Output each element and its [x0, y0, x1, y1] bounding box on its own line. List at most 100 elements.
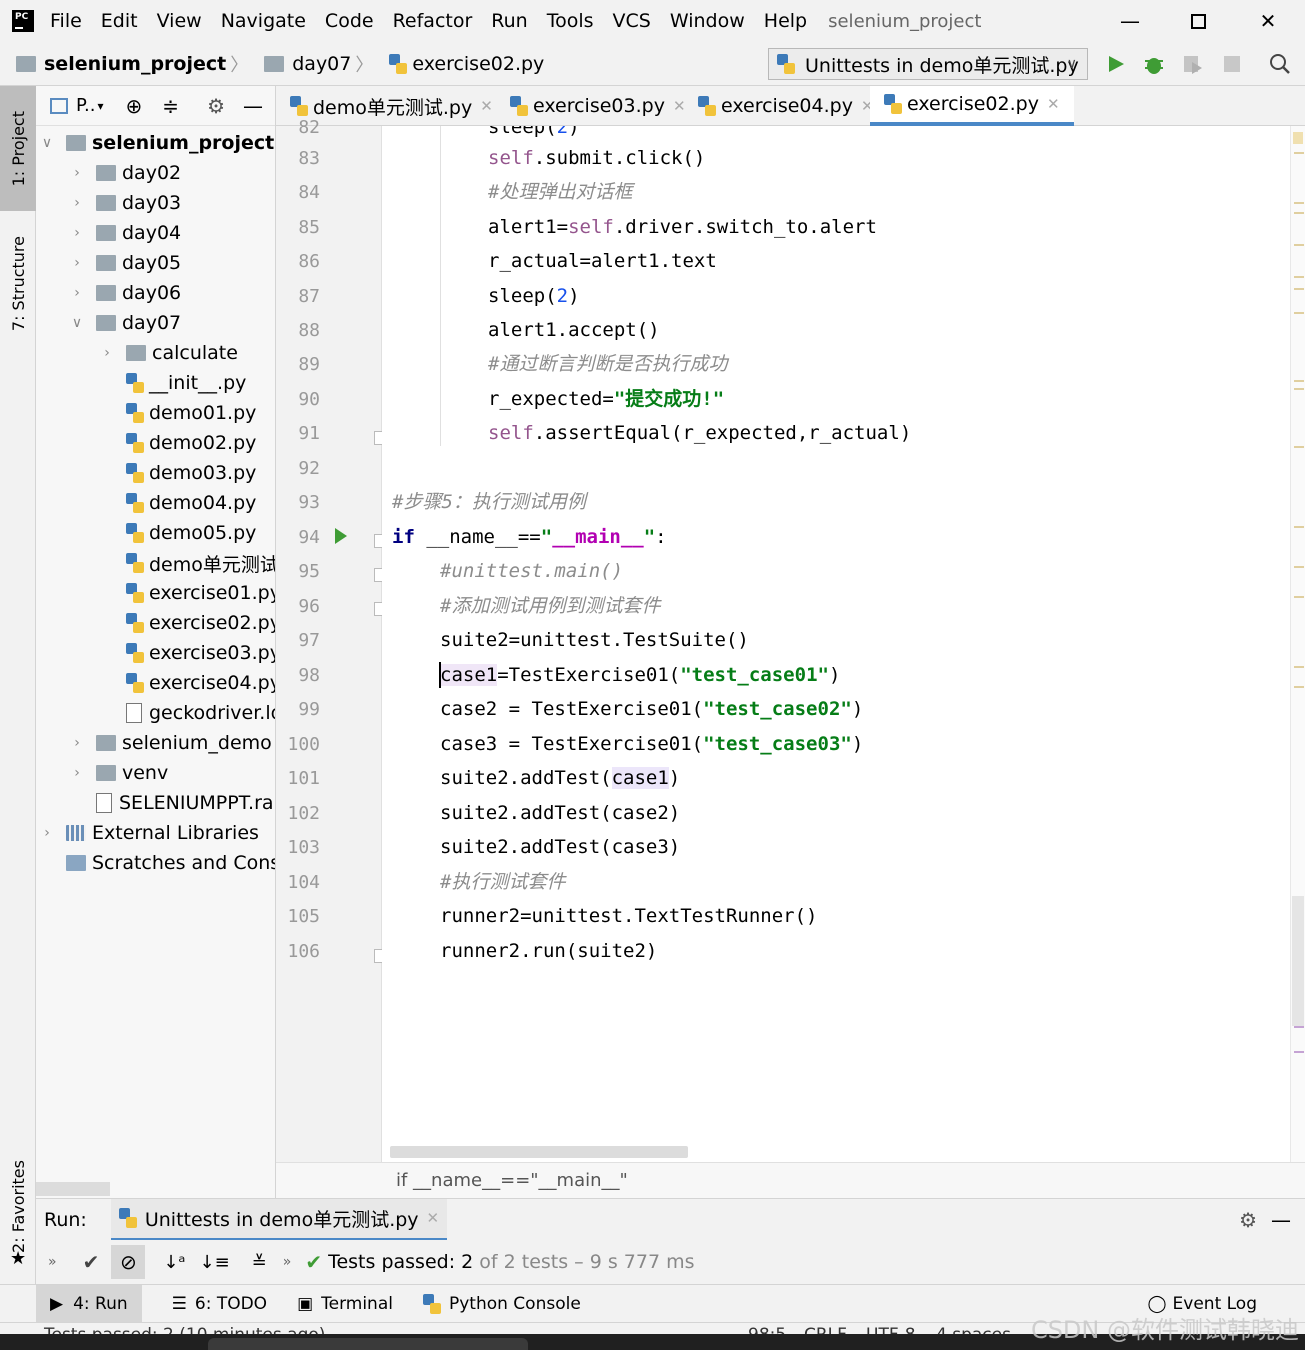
chevron-right-icon[interactable]: › — [70, 765, 84, 781]
maximize-icon[interactable] — [1163, 0, 1233, 42]
sort-by-duration-icon[interactable]: ↓≡ — [199, 1252, 229, 1273]
line-number[interactable]: 94 — [276, 527, 320, 548]
tree-item[interactable]: SELENIUMPPT.rar — [70, 788, 275, 818]
tree-item[interactable]: › day05 — [70, 248, 181, 278]
chevron-down-icon[interactable]: ∨ — [70, 315, 84, 331]
show-ignored-icon[interactable]: ⊘ — [111, 1245, 146, 1279]
chevron-down-icon[interactable]: ∨ — [40, 135, 54, 151]
tree-item[interactable]: geckodriver.lo — [100, 698, 275, 728]
chevron-right-icon[interactable]: › — [70, 285, 84, 301]
tab-python-console[interactable]: Python Console — [422, 1293, 581, 1314]
gear-icon[interactable]: ⚙ — [207, 94, 225, 118]
tab-demo-unittest[interactable]: demo单元测试.py ✕ — [290, 86, 493, 126]
collapse-all-icon[interactable]: ≑ — [162, 94, 179, 118]
hide-icon[interactable]: — — [243, 94, 263, 118]
menu-window[interactable]: Window — [670, 10, 745, 32]
line-number[interactable]: 96 — [276, 596, 320, 617]
tree-item[interactable]: demo01.py — [100, 398, 256, 428]
tree-item[interactable]: › day04 — [70, 218, 181, 248]
minimize-icon[interactable]: — — [1095, 0, 1165, 42]
menu-file[interactable]: File — [50, 10, 82, 32]
chevron-right-icon[interactable]: › — [40, 825, 54, 841]
search-icon[interactable] — [1268, 52, 1292, 76]
line-number[interactable]: 97 — [276, 630, 320, 651]
tree-item[interactable]: exercise04.py — [100, 668, 275, 698]
line-number[interactable]: 93 — [276, 492, 320, 513]
line-number[interactable]: 103 — [276, 837, 320, 858]
tree-item[interactable]: Scratches and Consol — [40, 848, 275, 878]
line-number[interactable]: 85 — [276, 217, 320, 238]
line-number[interactable]: 86 — [276, 251, 320, 272]
chevron-right-icon[interactable]: › — [70, 255, 84, 271]
project-horizontal-scrollbar[interactable] — [36, 1182, 110, 1196]
breadcrumb-file[interactable]: exercise02.py — [389, 53, 544, 75]
close-tab-icon[interactable]: ✕ — [480, 97, 493, 115]
tree-item[interactable]: demo03.py — [100, 458, 256, 488]
tree-item[interactable]: › External Libraries — [40, 818, 259, 848]
run-with-coverage-icon[interactable] — [1180, 52, 1204, 76]
tree-item[interactable]: demo05.py — [100, 518, 256, 548]
tree-item[interactable]: › selenium_demo — [70, 728, 272, 758]
locate-file-icon[interactable]: ⊕ — [126, 94, 143, 118]
menu-vcs[interactable]: VCS — [613, 10, 651, 32]
expand-toolbar-icon[interactable]: » — [48, 1254, 57, 1270]
vertical-scrollbar-thumb[interactable] — [1292, 896, 1304, 1026]
sort-alphabetically-icon[interactable]: ↓ᵃ — [163, 1252, 185, 1273]
menu-view[interactable]: View — [157, 10, 202, 32]
hide-icon[interactable]: — — [1271, 1208, 1291, 1232]
line-number[interactable]: 88 — [276, 320, 320, 341]
tree-item[interactable]: › day02 — [70, 158, 181, 188]
breadcrumb-folder[interactable]: day07 〉 — [264, 51, 373, 77]
run-icon[interactable] — [1104, 52, 1128, 76]
error-stripe[interactable] — [1290, 126, 1305, 1162]
expand-all-icon[interactable]: ≚ — [252, 1252, 267, 1273]
chevron-right-icon[interactable]: › — [70, 165, 84, 181]
menu-code[interactable]: Code — [325, 10, 374, 32]
close-tab-icon[interactable]: ✕ — [673, 97, 686, 115]
tree-item[interactable]: exercise03.py — [100, 638, 275, 668]
line-number[interactable]: 102 — [276, 803, 320, 824]
chevron-right-icon[interactable]: › — [70, 735, 84, 751]
menu-run[interactable]: Run — [491, 10, 527, 32]
line-number[interactable]: 92 — [276, 458, 320, 479]
show-passed-icon[interactable]: ✔ — [83, 1250, 100, 1274]
line-number[interactable]: 98 — [276, 665, 320, 686]
taskbar-item[interactable] — [208, 1338, 528, 1350]
tab-exercise03[interactable]: exercise03.py ✕ — [510, 86, 686, 126]
menu-edit[interactable]: Edit — [101, 10, 138, 32]
run-configuration-select[interactable]: Unittests in demo单元测试.py ∨ — [768, 48, 1088, 80]
run-gutter-icon[interactable] — [334, 527, 348, 549]
line-number[interactable]: 105 — [276, 906, 320, 927]
line-number[interactable]: 84 — [276, 182, 320, 203]
menu-navigate[interactable]: Navigate — [221, 10, 306, 32]
close-tab-icon[interactable]: ✕ — [427, 1209, 440, 1227]
tree-item[interactable]: demo单元测试 — [100, 548, 275, 578]
code-editor[interactable]: sleep(2) self.submit.click() #处理弹出对话框 al… — [382, 126, 1290, 1162]
tab-todo[interactable]: ☰ 6: TODO — [172, 1294, 267, 1314]
menu-refactor[interactable]: Refactor — [393, 10, 473, 32]
line-number[interactable]: 95 — [276, 561, 320, 582]
code-breadcrumb[interactable]: if __name__=="__main__" — [276, 1162, 1305, 1198]
tab-run[interactable]: ▶ 4: Run — [36, 1284, 142, 1323]
chevron-right-icon[interactable]: › — [100, 345, 114, 361]
close-tab-icon[interactable]: ✕ — [1047, 95, 1060, 113]
stop-icon[interactable] — [1220, 52, 1244, 76]
tab-exercise02[interactable]: exercise02.py ✕ — [870, 86, 1074, 126]
debug-icon[interactable] — [1142, 52, 1166, 76]
tree-item[interactable]: › calculate — [100, 338, 238, 368]
tree-item[interactable]: exercise02.py — [100, 608, 275, 638]
favorites-tool-tab[interactable]: 2: Favorites — [0, 1151, 36, 1261]
chevron-right-icon[interactable]: › — [70, 225, 84, 241]
project-view-select[interactable]: P.. — [76, 95, 96, 116]
close-icon[interactable]: ✕ — [1233, 0, 1303, 42]
line-number[interactable]: 83 — [276, 148, 320, 169]
line-number[interactable]: 101 — [276, 768, 320, 789]
line-number[interactable]: 106 — [276, 941, 320, 962]
line-number[interactable]: 89 — [276, 354, 320, 375]
more-icon[interactable]: » — [283, 1254, 292, 1270]
chevron-right-icon[interactable]: › — [70, 195, 84, 211]
horizontal-scrollbar[interactable] — [390, 1146, 688, 1158]
run-config-tab[interactable]: Unittests in demo单元测试.py ✕ — [110, 1198, 448, 1241]
tree-item[interactable]: ∨selenium_projectD: — [40, 128, 275, 158]
structure-tool-tab[interactable]: 7: Structure — [0, 224, 36, 344]
